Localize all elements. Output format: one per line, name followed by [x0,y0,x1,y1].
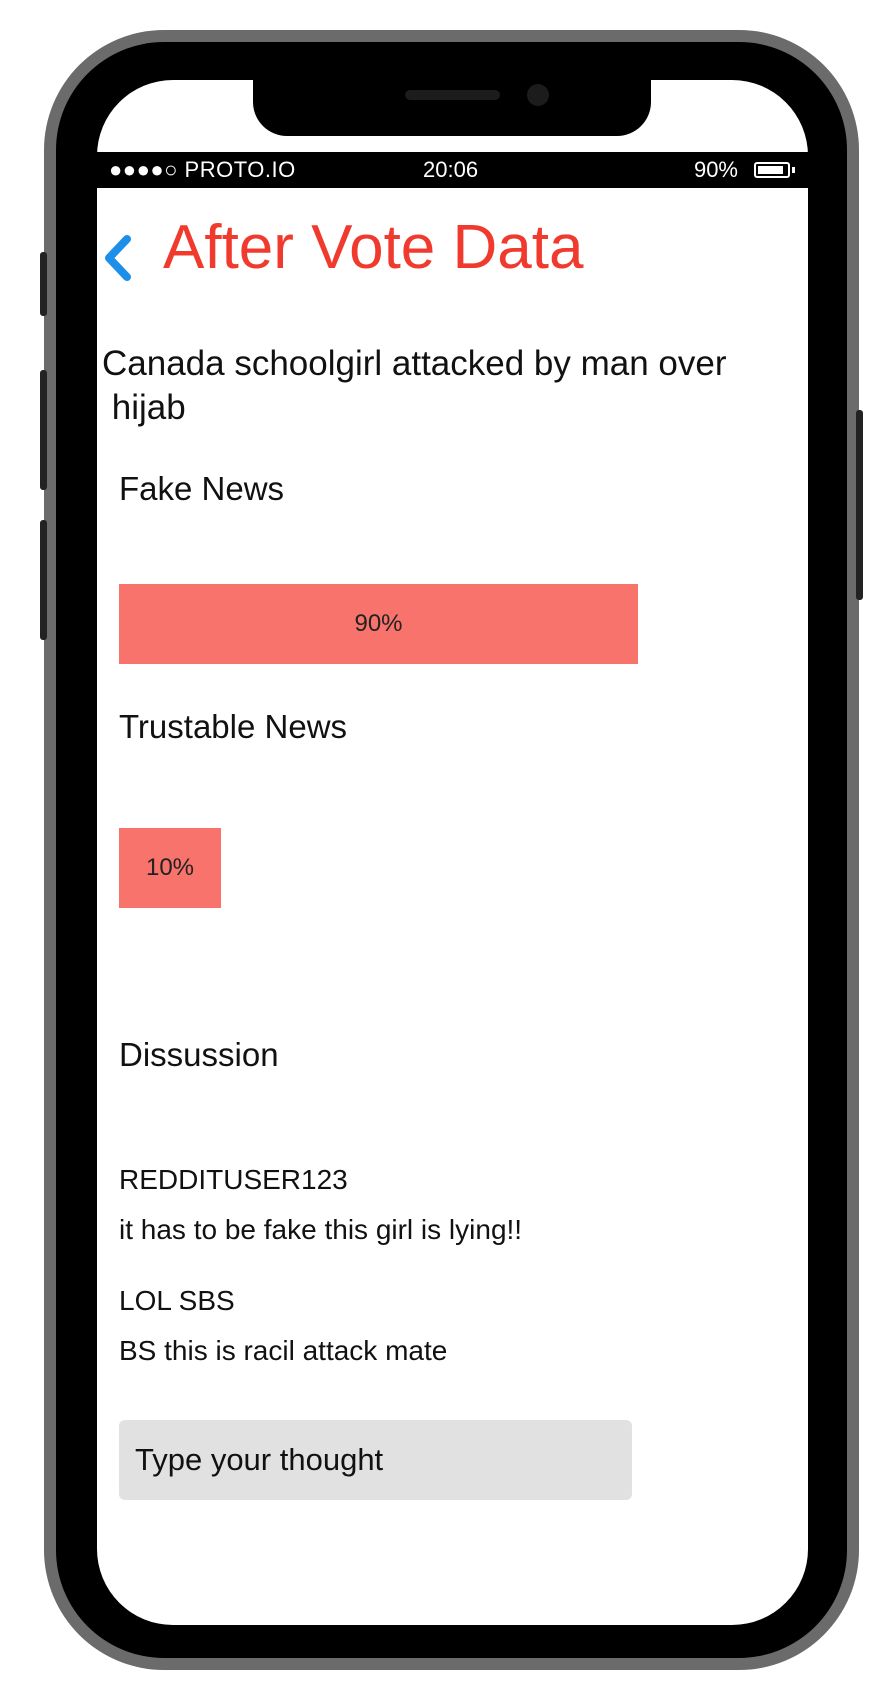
article-headline: Canada schoolgirl attacked by man over h… [102,344,727,427]
silent-switch [40,252,47,316]
status-time: 20:06 [423,157,479,182]
status-bar: ●●●●○ PROTO.IO 20:06 90% [97,152,808,188]
notch [253,70,651,136]
front-camera [527,84,549,106]
trustable-news-percent: 10% [145,854,195,881]
comment-username: REDDITUSER123 [119,1164,348,1195]
page-title: After Vote Data [163,213,584,282]
fake-news-percent: 90% [354,610,403,637]
comment-username: LOL SBS [119,1285,235,1316]
battery-level-fill [758,166,783,174]
battery-tip [792,167,795,173]
thought-input[interactable] [119,1420,632,1500]
comment-text: it has to be fake this girl is lying!! [119,1214,523,1245]
volume-down-button [40,520,47,640]
fake-news-label: Fake News [119,470,285,507]
comment-text: BS this is racil attack mate [119,1335,448,1366]
trustable-news-label: Trustable News [119,708,348,745]
discussion-title: Dissussion [119,1036,279,1073]
fake-news-progress-bar: 90% [119,584,638,664]
volume-up-button [40,370,47,490]
speaker-grille [405,90,500,100]
battery-icon [754,162,790,178]
chevron-left-icon[interactable] [98,228,138,288]
status-carrier: ●●●●○ PROTO.IO [109,157,296,182]
chevron-left-icon-svg [105,235,131,281]
phone-mockup: ●●●●○ PROTO.IO 20:06 90% After Vote Data… [0,0,895,1684]
power-button [856,410,863,600]
status-battery-percent: 90% [693,157,738,182]
trustable-news-progress-bar: 10% [119,828,221,908]
